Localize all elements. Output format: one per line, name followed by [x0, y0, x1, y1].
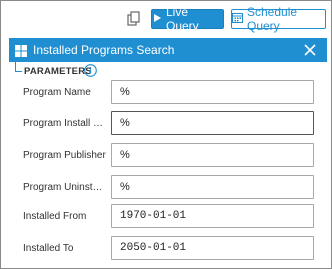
installed-from-input[interactable]: 1970-01-01 [111, 204, 314, 228]
installed-to-input[interactable]: 2050-01-01 [111, 236, 314, 260]
schedule-query-button[interactable]: Schedule Query [231, 5, 326, 33]
program-publisher-label: Program Publisher [23, 150, 106, 161]
live-query-label: Live Query [166, 5, 199, 33]
copy-icon[interactable] [125, 10, 143, 28]
panel-header: Installed Programs Search [9, 38, 327, 62]
close-icon[interactable] [303, 43, 317, 57]
live-query-button[interactable]: Live Query [151, 5, 224, 33]
calendar-icon [232, 12, 243, 26]
panel-title: Installed Programs Search [33, 43, 175, 57]
schedule-query-label: Schedule Query [247, 5, 298, 33]
program-uninstall-string-label: Program Uninstall Str... [23, 182, 107, 193]
program-name-label: Program Name [23, 87, 91, 98]
program-name-input[interactable]: % [111, 80, 314, 104]
program-install-location-input[interactable]: % [111, 111, 314, 135]
play-icon [152, 12, 162, 26]
windows-logo-icon [15, 44, 27, 57]
program-install-location-label: Program Install Locat... [23, 118, 107, 129]
installed-to-label: Installed To [23, 243, 74, 254]
parameters-label: PARAMETERS [24, 66, 92, 77]
info-icon[interactable] [84, 64, 97, 77]
tree-connector [15, 62, 22, 72]
program-publisher-input[interactable]: % [111, 143, 314, 167]
program-uninstall-string-input[interactable]: % [111, 175, 314, 199]
installed-from-label: Installed From [23, 211, 87, 222]
query-panel: Live Query Schedule Query Installed Prog… [0, 0, 332, 269]
